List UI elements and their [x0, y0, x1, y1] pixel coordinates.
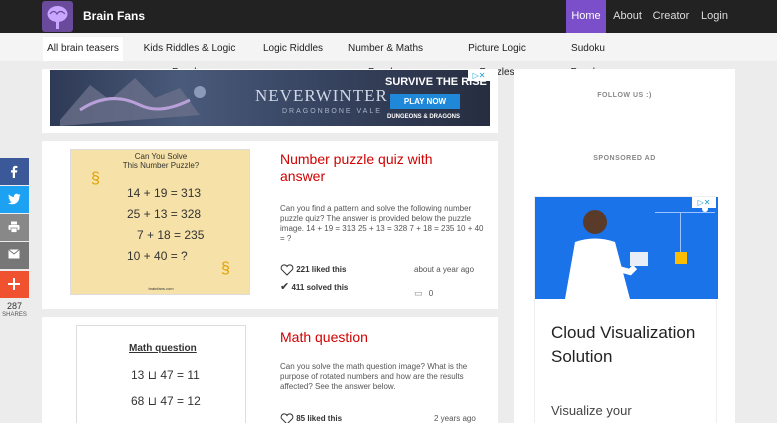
ad-game-title: NEVERWINTER	[255, 86, 388, 105]
heart-icon	[280, 413, 294, 423]
nav-creator[interactable]: Creator	[651, 0, 691, 33]
snake-icon: §	[91, 170, 100, 187]
equation-line: 10 + 40 = ?	[127, 249, 188, 263]
post-card: Can You Solve This Number Puzzle? 14 + 1…	[42, 141, 498, 309]
check-icon: ✔	[280, 281, 290, 293]
post-time: about a year ago	[414, 265, 475, 274]
likes-count: 85 liked this	[296, 414, 343, 423]
share-print-button[interactable]	[0, 214, 29, 241]
post-time: 2 years ago	[434, 414, 476, 423]
email-icon	[8, 249, 20, 259]
image-heading: This Number Puzzle?	[122, 161, 200, 170]
equation-line: 68 ⊔ 47 = 12	[131, 394, 201, 408]
post-image[interactable]: Math question 13 ⊔ 47 = 11 68 ⊔ 47 = 12	[76, 325, 246, 423]
neverwinter-ad-banner[interactable]: NEVERWINTER DRAGONBONE VALE SURVIVE THE …	[50, 70, 490, 126]
twitter-icon	[8, 193, 21, 205]
equation-line: 7 + 18 = 235	[137, 228, 205, 242]
tab-logic-riddles[interactable]: Logic Riddles	[260, 37, 326, 61]
share-more-button[interactable]	[0, 271, 29, 298]
sponsored-ad[interactable]: ▷✕ Cloud Visualization Solution Visualiz…	[534, 196, 718, 423]
nav-about[interactable]: About	[610, 0, 645, 33]
top-ad-container: NEVERWINTER DRAGONBONE VALE SURVIVE THE …	[42, 69, 498, 133]
comment-icon: ▭	[414, 288, 423, 298]
likes-count: 221 liked this	[296, 265, 347, 275]
comments-link[interactable]: ▭ 0	[414, 288, 433, 299]
sponsored-heading: SPONSORED AD	[593, 155, 656, 162]
facebook-icon	[11, 165, 18, 178]
top-navbar: Brain Fans Home About Creator Login	[0, 0, 777, 33]
share-facebook-button[interactable]	[0, 158, 29, 185]
print-icon	[8, 221, 20, 233]
category-tabs: All brain teasers Kids Riddles & Logic P…	[0, 33, 777, 78]
tab-kids-riddles[interactable]: Kids Riddles & Logic Puzzles	[129, 37, 250, 78]
equation-line: 25 + 13 = 328	[127, 207, 202, 221]
tab-number-maths[interactable]: Number & Maths Puzzles	[333, 37, 438, 78]
tab-picture-logic[interactable]: Picture Logic Puzzles	[450, 37, 544, 78]
share-count: 287	[6, 301, 23, 311]
ad-title: Cloud Visualization Solution	[551, 323, 696, 366]
follow-us-heading: FOLLOW US :)	[597, 92, 652, 99]
post-image[interactable]: Can You Solve This Number Puzzle? 14 + 1…	[70, 149, 250, 295]
nav-login[interactable]: Login	[698, 0, 731, 33]
brain-logo-icon[interactable]	[42, 1, 73, 32]
solved-count: 411 solved this	[291, 283, 349, 292]
post-title[interactable]: Number puzzle quiz with answer	[280, 151, 480, 185]
like-button[interactable]: 221 liked this	[280, 264, 346, 276]
equation-line: 13 ⊔ 47 = 11	[131, 368, 200, 382]
share-twitter-button[interactable]	[0, 186, 29, 213]
person-illustration-icon	[565, 206, 715, 299]
ad-brand: DUNGEONS & DRAGONS	[387, 114, 461, 120]
dragon-art-icon	[60, 78, 206, 126]
tab-all-brain-teasers[interactable]: All brain teasers	[43, 37, 123, 61]
image-heading: Math question	[129, 343, 197, 354]
ad-choices-icon[interactable]: ▷✕	[468, 70, 490, 81]
comments-count: 0	[428, 289, 434, 298]
sidebar: FOLLOW US :) SPONSORED AD ▷✕ Cloud Visua…	[514, 69, 735, 423]
post-title[interactable]: Math question	[280, 329, 480, 346]
image-heading: Can You Solve	[134, 152, 188, 161]
ad-choices-icon[interactable]: ▷✕	[692, 197, 716, 208]
image-footer: brainfans.com	[148, 286, 174, 291]
post-description: Can you find a pattern and solve the fol…	[280, 204, 484, 243]
nav-home[interactable]: Home	[566, 0, 606, 33]
like-button[interactable]: 85 liked this	[280, 413, 342, 423]
equation-line: 14 + 19 = 313	[127, 186, 202, 200]
ad-subtitle: Visualize your	[551, 403, 632, 418]
post-card: Math question 13 ⊔ 47 = 11 68 ⊔ 47 = 12 …	[42, 317, 498, 423]
solved-button[interactable]: ✔ 411 solved this	[280, 280, 348, 293]
plus-icon	[8, 278, 20, 290]
snake-icon: §	[221, 260, 230, 277]
tab-sudoku[interactable]: Sudoku Puzzles	[553, 37, 623, 78]
ad-play-now-button[interactable]: PLAY NOW	[390, 94, 460, 109]
ad-illustration	[535, 197, 718, 299]
post-description: Can you solve the math question image? W…	[280, 362, 468, 391]
heart-icon	[280, 264, 294, 276]
ad-subtitle: DRAGONBONE VALE	[282, 108, 382, 115]
brand-name[interactable]: Brain Fans	[83, 9, 145, 23]
share-label: SHARES	[2, 312, 27, 318]
share-email-button[interactable]	[0, 242, 29, 269]
